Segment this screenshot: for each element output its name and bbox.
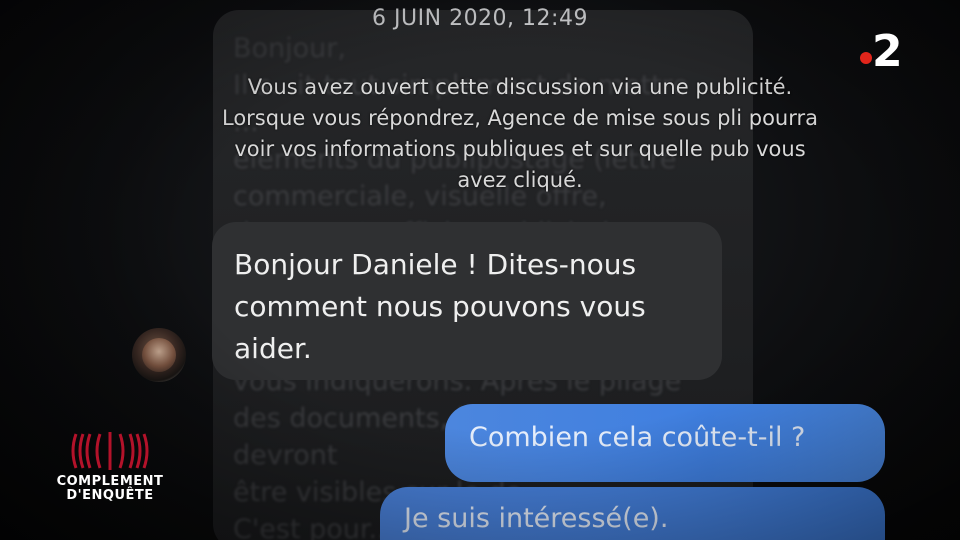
received-message-bubble[interactable]: Bonjour Daniele ! Dites-nous comment nou…: [212, 222, 722, 380]
sent-message-bubble[interactable]: Je suis intéressé(e).: [380, 487, 885, 540]
sent-message-bubble[interactable]: Combien cela coûte-t-il ?: [445, 404, 885, 482]
sent-message-text: Je suis intéressé(e).: [404, 503, 669, 534]
france2-logo: 2: [860, 26, 910, 80]
received-message-text: Bonjour Daniele ! Dites-nous comment nou…: [234, 248, 646, 365]
program-name-line1: COMPLEMENT: [56, 474, 164, 489]
contact-avatar[interactable]: [132, 328, 186, 382]
program-mark-icon: [71, 432, 149, 470]
red-dot-icon: [860, 52, 872, 64]
sent-message-text: Combien cela coûte-t-il ?: [469, 422, 806, 453]
channel-number: 2: [872, 26, 903, 77]
ad-discussion-notice: Vous avez ouvert cette discussion via un…: [221, 75, 819, 192]
avatar-photo: [142, 338, 176, 372]
conversation-date: 6 JUIN 2020, 12:49: [372, 6, 588, 31]
tv-frame: Bonjour, Il s...it tout simplement de me…: [0, 0, 960, 540]
program-name-line2: D'ENQUÊTE: [66, 488, 154, 503]
complement-enquete-logo: COMPLEMENT D'ENQUÊTE: [52, 430, 168, 510]
